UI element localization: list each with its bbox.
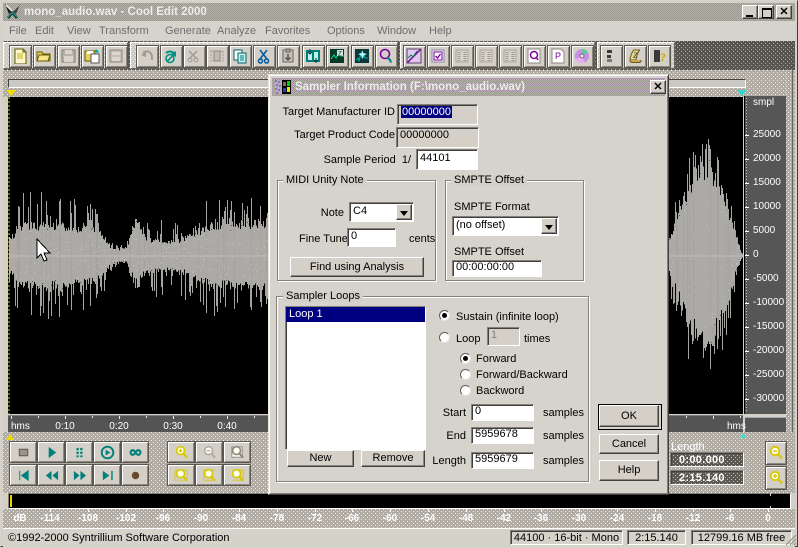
- svg-text:Z: Z: [633, 51, 638, 60]
- svg-text:?: ?: [660, 50, 666, 64]
- svg-text:P: P: [555, 51, 561, 61]
- svg-text:Z: Z: [338, 52, 342, 58]
